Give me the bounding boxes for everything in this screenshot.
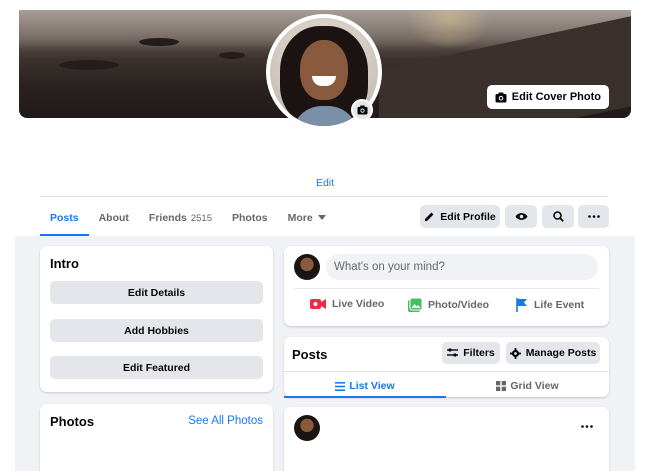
- ellipsis-icon: [587, 215, 600, 218]
- filters-icon: [447, 348, 459, 357]
- ellipsis-icon[interactable]: [581, 425, 593, 428]
- photo-video-button[interactable]: Photo/Video: [408, 298, 489, 312]
- post-composer-card: What's on your mind? Live Video Photo/Vi…: [284, 246, 609, 326]
- post-author-avatar[interactable]: [294, 415, 320, 441]
- grid-view-label: Grid View: [510, 380, 559, 392]
- live-video-icon: [310, 299, 326, 309]
- posts-title: Posts: [292, 347, 328, 362]
- filters-label: Filters: [463, 347, 495, 359]
- manage-posts-button[interactable]: Manage Posts: [506, 342, 600, 364]
- grid-icon: [496, 381, 507, 391]
- search-icon: [552, 211, 564, 222]
- tab-label: Posts: [50, 212, 79, 224]
- filters-button[interactable]: Filters: [442, 342, 500, 364]
- see-all-photos-link[interactable]: See All Photos: [188, 415, 263, 427]
- camera-icon: [495, 92, 507, 102]
- list-view-tab[interactable]: List View: [284, 375, 446, 398]
- edit-profile-label: Edit Profile: [440, 210, 496, 223]
- photo-icon: [408, 298, 422, 312]
- post-card: [284, 407, 609, 471]
- cover-rock: [139, 38, 179, 46]
- tab-photos[interactable]: Photos: [222, 200, 278, 236]
- friends-count: 2515: [190, 212, 212, 224]
- tab-label: About: [98, 212, 129, 224]
- edit-cover-photo-button[interactable]: Edit Cover Photo: [486, 85, 609, 109]
- update-profile-picture-button[interactable]: [351, 99, 373, 121]
- edit-profile-button[interactable]: Edit Profile: [420, 205, 500, 228]
- profile-tabs: Posts About Friends 2515 Photos More: [40, 200, 336, 236]
- list-icon: [335, 381, 346, 391]
- posts-header-card: Posts Filters Manage Posts List View Gri…: [284, 337, 609, 398]
- intro-card: Intro Edit Details Add Hobbies Edit Feat…: [40, 246, 273, 392]
- tab-friends[interactable]: Friends 2515: [139, 200, 222, 236]
- view-as-button[interactable]: [505, 205, 537, 228]
- search-profile-button[interactable]: [542, 205, 574, 228]
- composer-avatar[interactable]: [294, 254, 320, 280]
- tab-more[interactable]: More: [278, 200, 336, 236]
- gear-icon: [509, 347, 521, 359]
- life-event-label: Life Event: [534, 299, 585, 311]
- camera-icon: [357, 105, 367, 115]
- avatar-face: [300, 40, 348, 100]
- photo-video-label: Photo/Video: [428, 299, 490, 311]
- edit-featured-button[interactable]: Edit Featured: [50, 356, 263, 379]
- divider: [284, 371, 609, 372]
- live-video-label: Live Video: [332, 298, 385, 310]
- tab-label: Photos: [232, 212, 268, 224]
- intro-title: Intro: [50, 256, 79, 271]
- edit-bio-link[interactable]: Edit: [0, 177, 650, 189]
- caret-down-icon: [317, 215, 326, 220]
- grid-view-tab[interactable]: Grid View: [446, 375, 609, 397]
- more-options-button[interactable]: [578, 205, 609, 228]
- composer-placeholder: What's on your mind?: [334, 261, 445, 273]
- tab-about[interactable]: About: [89, 200, 139, 236]
- cover-rock: [59, 60, 119, 70]
- tab-label: Friends: [148, 212, 187, 224]
- divider: [294, 288, 599, 289]
- cover-rock: [219, 52, 245, 59]
- manage-posts-label: Manage Posts: [525, 347, 597, 359]
- composer-input[interactable]: What's on your mind?: [326, 254, 598, 280]
- tab-label: More: [287, 212, 313, 224]
- list-view-label: List View: [349, 380, 395, 392]
- flag-icon: [516, 298, 527, 312]
- live-video-button[interactable]: Live Video: [310, 298, 384, 310]
- photos-card: Photos See All Photos: [40, 404, 273, 471]
- life-event-button[interactable]: Life Event: [516, 298, 584, 312]
- edit-details-button[interactable]: Edit Details: [50, 281, 263, 304]
- pencil-icon: [425, 212, 434, 221]
- add-hobbies-button[interactable]: Add Hobbies: [50, 319, 263, 342]
- photos-title: Photos: [50, 414, 95, 429]
- eye-icon: [515, 213, 527, 220]
- divider: [40, 196, 608, 197]
- edit-cover-photo-label: Edit Cover Photo: [511, 91, 601, 103]
- tab-posts[interactable]: Posts: [40, 200, 89, 236]
